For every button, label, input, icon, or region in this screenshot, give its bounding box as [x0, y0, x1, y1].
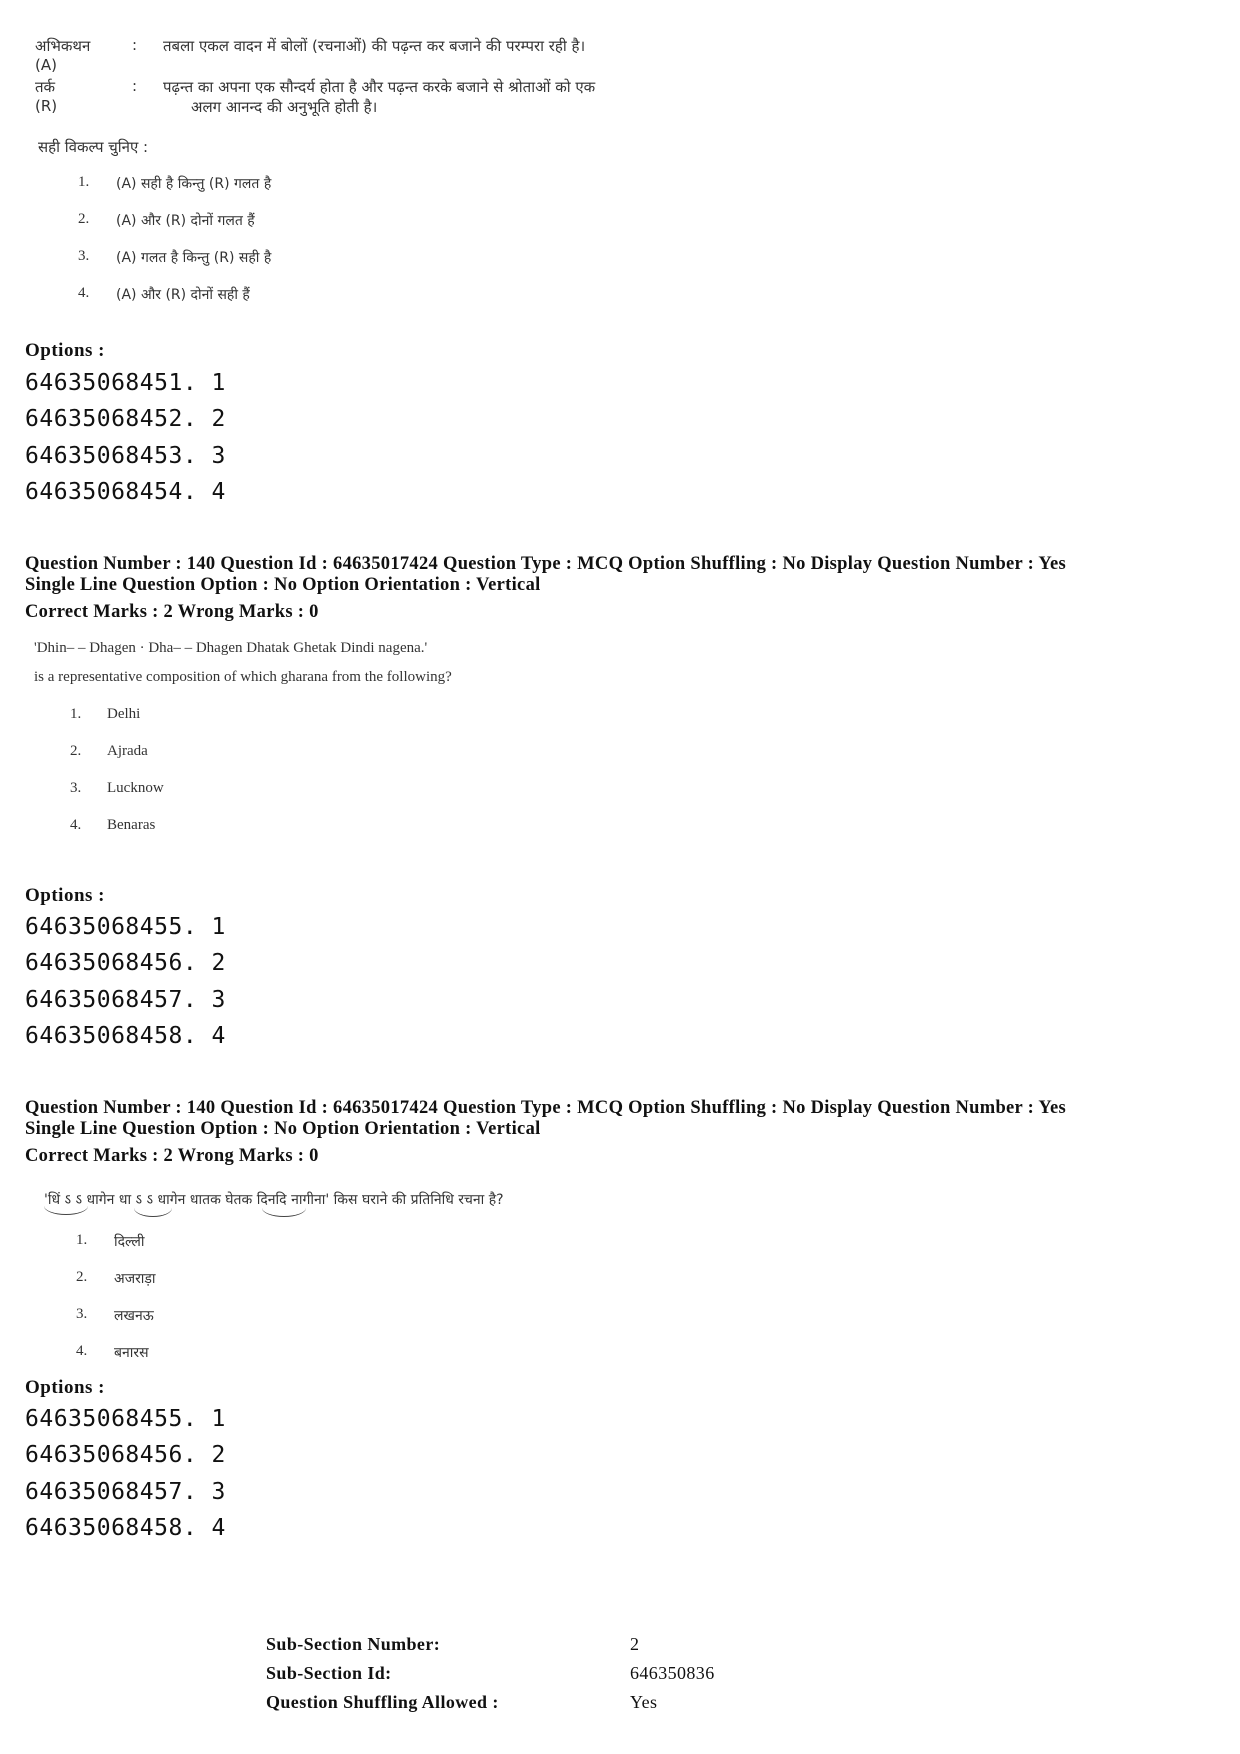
- option-id: 64635068456. 2: [25, 1442, 226, 1468]
- choice-number: 2.: [76, 1269, 88, 1285]
- phrase-arc-mark: [134, 1208, 172, 1217]
- question-meta-line2: Single Line Question Option : No Option …: [25, 575, 541, 595]
- choice-text: Benaras: [107, 817, 156, 833]
- options-heading: Options :: [25, 885, 105, 906]
- reason-text-line1: पढ़न्त का अपना एक सौन्दर्य होता है और पढ…: [163, 78, 596, 96]
- choice-number: 3.: [76, 1306, 88, 1322]
- choice-text: (A) सही है किन्तु (R) गलत है: [116, 176, 272, 192]
- choice-number: 4.: [78, 285, 90, 301]
- choice-text: लखनऊ: [114, 1308, 154, 1324]
- question-meta-line1: Question Number : 140 Question Id : 6463…: [25, 554, 1066, 574]
- reason-colon: :: [132, 77, 138, 95]
- question-marks: Correct Marks : 2 Wrong Marks : 0: [25, 602, 319, 622]
- phrase-arc-mark: [44, 1206, 88, 1215]
- assertion-text: तबला एकल वादन में बोलों (रचनाओं) की पढ़न…: [163, 37, 586, 55]
- question-meta-line2: Single Line Question Option : No Option …: [25, 1119, 541, 1139]
- choice-number: 3.: [78, 248, 90, 264]
- options-heading: Options :: [25, 1377, 105, 1398]
- option-id: 64635068457. 3: [25, 987, 226, 1013]
- assertion-label: अभिकथन (A): [35, 37, 91, 74]
- choice-text: (A) और (R) दोनों सही हैं: [116, 287, 250, 303]
- option-id: 64635068455. 1: [25, 1406, 226, 1432]
- subsection-id-value: 646350836: [630, 1663, 715, 1683]
- phrase-arc-mark: [262, 1208, 306, 1217]
- question-meta-line1: Question Number : 140 Question Id : 6463…: [25, 1098, 1066, 1118]
- assertion-colon: :: [132, 36, 138, 54]
- option-id: 64635068458. 4: [25, 1023, 226, 1049]
- choice-text: अजराड़ा: [114, 1271, 156, 1287]
- options-heading: Options :: [25, 340, 105, 361]
- choice-text: Lucknow: [107, 780, 164, 796]
- option-id: 64635068455. 1: [25, 914, 226, 940]
- question-text-line2: is a representative composition of which…: [34, 669, 452, 685]
- choice-number: 1.: [70, 706, 82, 722]
- option-id: 64635068451. 1: [25, 370, 226, 396]
- option-id: 64635068454. 4: [25, 479, 226, 505]
- reason-text-line2: अलग आनन्द की अनुभूति होती है।: [191, 98, 378, 116]
- reason-label: तर्क (R): [35, 78, 58, 115]
- choice-text: Ajrada: [107, 743, 148, 759]
- option-id: 64635068453. 3: [25, 443, 226, 469]
- choice-text: (A) और (R) दोनों गलत हैं: [116, 213, 255, 229]
- choice-text: दिल्ली: [114, 1234, 145, 1250]
- question-marks: Correct Marks : 2 Wrong Marks : 0: [25, 1146, 319, 1166]
- choice-number: 4.: [76, 1343, 88, 1359]
- option-id: 64635068457. 3: [25, 1479, 226, 1505]
- choice-text: (A) गलत है किन्तु (R) सही है: [116, 250, 272, 266]
- question-text-line1: 'Dhin– – Dhagen · Dha– – Dhagen Dhatak G…: [34, 640, 428, 656]
- choice-number: 1.: [76, 1232, 88, 1248]
- choice-number: 1.: [78, 174, 90, 190]
- choice-number: 2.: [70, 743, 82, 759]
- question-text: 'धिं ऽ ऽ धागेन धा ऽ ऽ धागेन धातक घेतक दि…: [44, 1192, 504, 1208]
- option-id: 64635068458. 4: [25, 1515, 226, 1541]
- choice-number: 3.: [70, 780, 82, 796]
- choose-prompt: सही विकल्प चुनिए :: [38, 138, 149, 156]
- subsection-number-value: 2: [630, 1634, 640, 1654]
- question-shuffling-value: Yes: [630, 1692, 658, 1712]
- option-id: 64635068452. 2: [25, 406, 226, 432]
- choice-text: बनारस: [114, 1345, 149, 1361]
- choice-number: 4.: [70, 817, 82, 833]
- question-shuffling-label: Question Shuffling Allowed :: [266, 1692, 499, 1712]
- option-id: 64635068456. 2: [25, 950, 226, 976]
- choice-text: Delhi: [107, 706, 141, 722]
- subsection-number-label: Sub-Section Number:: [266, 1634, 441, 1654]
- subsection-id-label: Sub-Section Id:: [266, 1663, 392, 1683]
- choice-number: 2.: [78, 211, 90, 227]
